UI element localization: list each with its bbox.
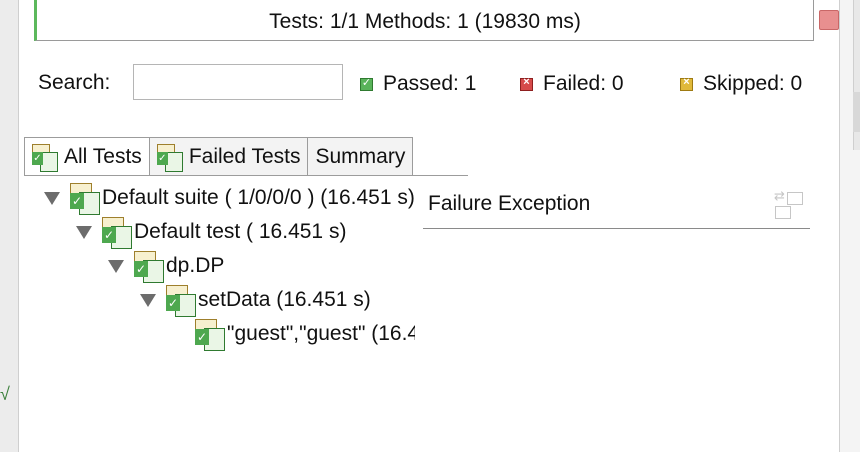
tree-node-label: setData (16.451 s): [198, 288, 371, 311]
passed-label: Passed: 1: [383, 72, 477, 95]
tree-node-class[interactable]: ✓ dp.DP: [108, 249, 224, 283]
class-pass-icon: ✓: [134, 251, 164, 283]
results-tabs: ✓ All Tests ✓ Failed Tests Summary: [24, 137, 414, 176]
tree-node-label: Default suite ( 1/0/0/0 ) (16.451 s): [102, 186, 415, 209]
tab-summary[interactable]: Summary: [307, 137, 414, 175]
search-input[interactable]: [133, 64, 343, 100]
tree-node-suite[interactable]: ✓ Default suite ( 1/0/0/0 ) (16.451 s): [44, 181, 415, 215]
failed-icon: [520, 76, 533, 91]
test-pass-icon: ✓: [102, 217, 132, 249]
failure-divider: [423, 228, 810, 229]
progress-status-bar: Tests: 1/1 Methods: 1 (19830 ms): [34, 0, 839, 41]
tab-all-tests[interactable]: ✓ All Tests: [24, 137, 150, 176]
passed-icon: [360, 76, 373, 91]
expand-arrow-icon[interactable]: [140, 293, 156, 307]
toggle-layout-icon[interactable]: ⇄: [773, 188, 803, 220]
scrollbar-thumb[interactable]: [853, 92, 860, 132]
expand-arrow-icon[interactable]: [76, 225, 92, 239]
skipped-label: Skipped: 0: [703, 72, 803, 95]
failed-counter: Failed: 0: [520, 72, 624, 96]
tab-label: All Tests: [64, 145, 142, 168]
tests-tree-icon: ✓: [32, 144, 58, 172]
passed-counter: Passed: 1: [360, 72, 476, 96]
failed-label: Failed: 0: [543, 72, 624, 95]
failure-exception-title: Failure Exception: [428, 192, 591, 215]
tree-node-label: dp.DP: [166, 254, 225, 277]
tree-node-label: "guest","guest" (16.451 s): [227, 322, 415, 345]
checkmark-icon: √: [0, 384, 10, 404]
tab-label: Failed Tests: [188, 144, 301, 168]
search-label: Search:: [38, 71, 111, 94]
tabs-divider: [24, 175, 468, 176]
status-summary: Tests: 1/1 Methods: 1 (19830 ms): [269, 10, 581, 33]
expand-arrow-icon[interactable]: [44, 191, 60, 205]
tree-node-method[interactable]: ✓ setData (16.451 s): [140, 283, 371, 317]
method-pass-icon: ✓: [166, 285, 196, 317]
skipped-counter: Skipped: 0: [680, 72, 802, 96]
suite-pass-icon: ✓: [70, 183, 100, 215]
skipped-icon: [680, 76, 693, 91]
test-tree: ✓ Default suite ( 1/0/0/0 ) (16.451 s) ✓…: [40, 180, 415, 360]
tab-failed-tests[interactable]: ✓ Failed Tests: [148, 137, 309, 175]
expand-arrow-icon[interactable]: [108, 259, 124, 273]
tree-node-test[interactable]: ✓ Default test ( 16.451 s): [76, 215, 346, 249]
tree-node-instance[interactable]: ✓ "guest","guest" (16.451 s): [195, 317, 415, 351]
tree-node-label: Default test ( 16.451 s): [134, 220, 347, 243]
tab-label: Summary: [315, 144, 406, 168]
stop-button[interactable]: [819, 10, 839, 30]
tests-tree-icon: ✓: [156, 143, 183, 172]
instance-pass-icon: ✓: [195, 319, 225, 351]
